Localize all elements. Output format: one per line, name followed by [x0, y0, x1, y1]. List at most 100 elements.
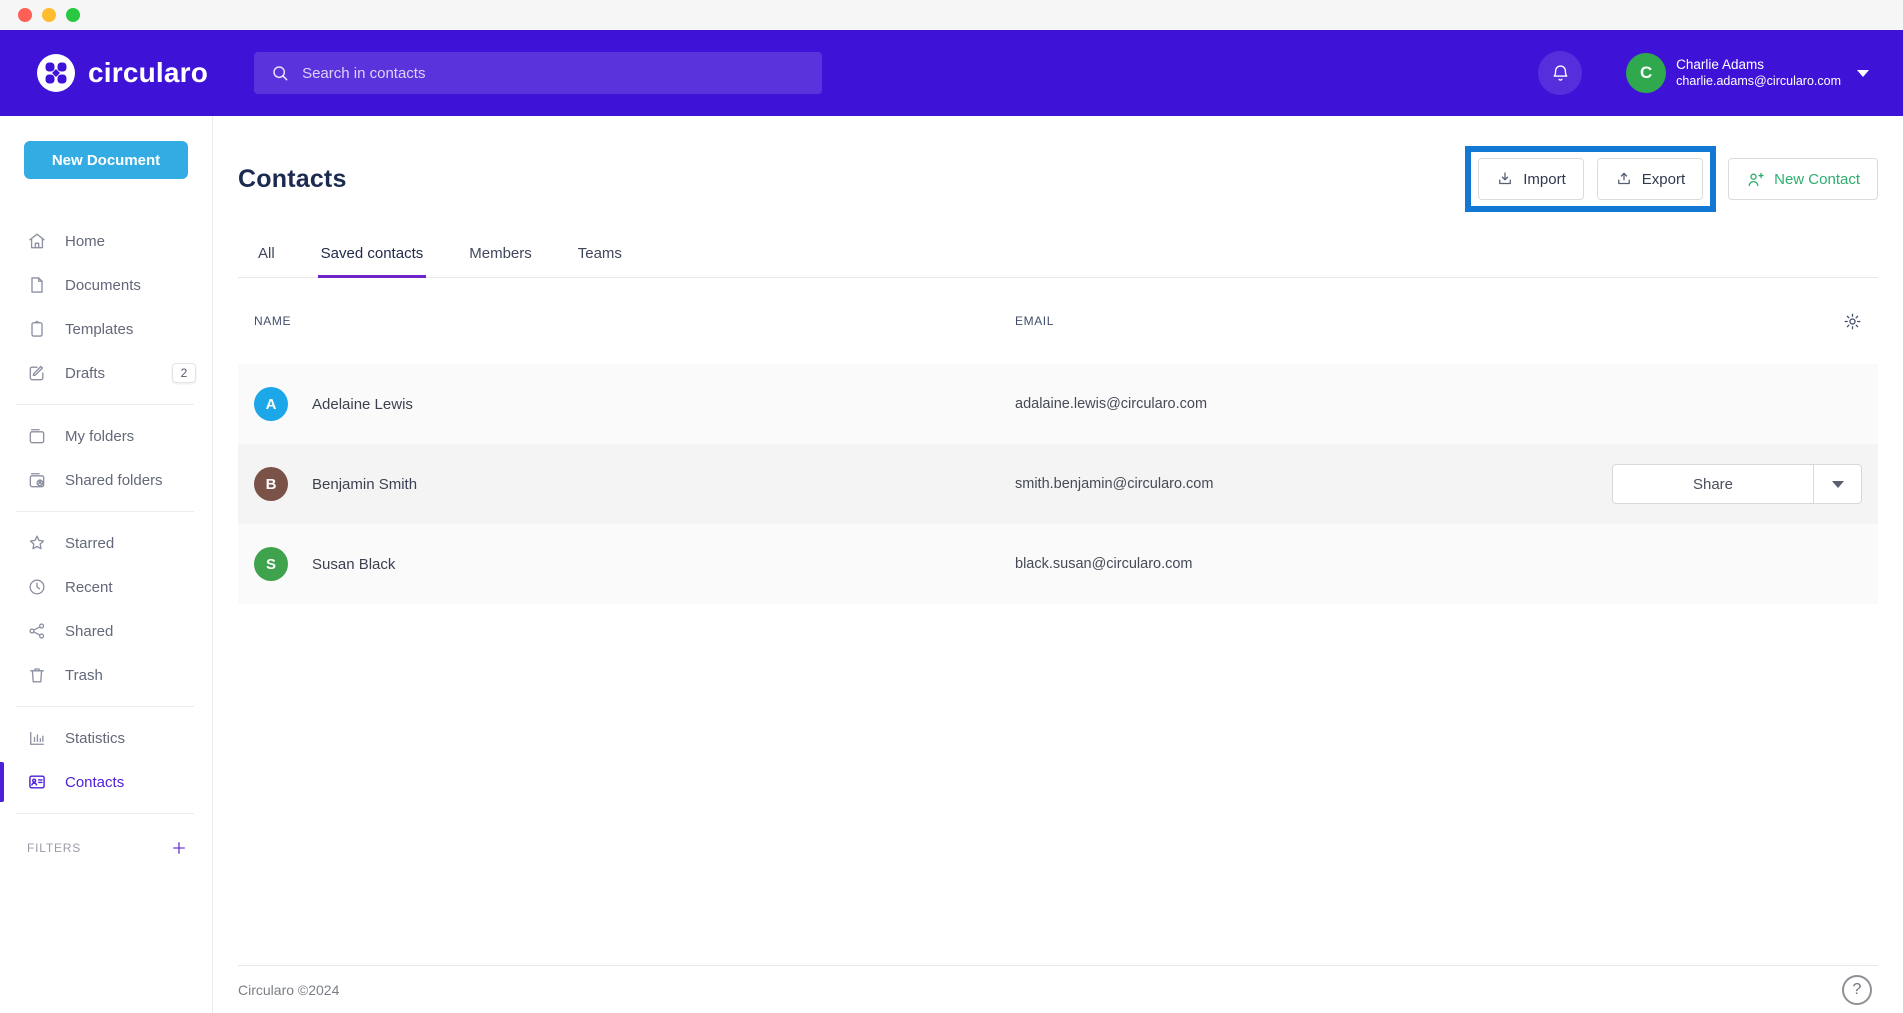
search-input[interactable]: [302, 65, 806, 82]
window-minimize-button[interactable]: [42, 8, 56, 22]
tab-members[interactable]: Members: [466, 235, 535, 278]
edit-icon: [27, 363, 47, 383]
share-nodes-icon: [27, 621, 47, 641]
sidebar-item-label: Statistics: [65, 730, 125, 747]
sidebar-item-my-folders[interactable]: My folders: [0, 414, 212, 458]
sidebar-item-label: Trash: [65, 667, 103, 684]
table-row[interactable]: B Benjamin Smith smith.benjamin@circular…: [238, 444, 1878, 524]
user-menu[interactable]: C Charlie Adams charlie.adams@circularo.…: [1626, 53, 1869, 93]
sidebar-item-starred[interactable]: Starred: [0, 521, 212, 565]
table-settings-button[interactable]: [1843, 312, 1862, 331]
sidebar-item-shared-folders[interactable]: Shared folders: [0, 458, 212, 502]
tab-all[interactable]: All: [255, 235, 278, 278]
clock-icon: [27, 577, 47, 597]
table-row[interactable]: A Adelaine Lewis adalaine.lewis@circular…: [238, 364, 1878, 444]
table-row[interactable]: S Susan Black black.susan@circularo.com: [238, 524, 1878, 604]
notifications-button[interactable]: [1538, 51, 1582, 95]
user-menu-chevron-icon: [1857, 70, 1869, 77]
sidebar-item-label: Templates: [65, 321, 133, 338]
sidebar-item-drafts[interactable]: Drafts 2: [0, 351, 212, 395]
window-zoom-button[interactable]: [66, 8, 80, 22]
sidebar-divider: [16, 706, 194, 707]
folder-icon: [27, 426, 47, 446]
import-export-highlight-box: Import Export: [1465, 146, 1716, 212]
gear-icon: [1843, 312, 1862, 331]
window-title-bar: [0, 0, 1903, 30]
sidebar-item-label: Drafts: [65, 365, 105, 382]
sidebar-item-recent[interactable]: Recent: [0, 565, 212, 609]
sidebar-item-label: Shared: [65, 623, 113, 640]
share-button[interactable]: Share: [1613, 465, 1813, 503]
window-controls: [18, 8, 80, 22]
contact-name: Adelaine Lewis: [312, 396, 413, 413]
sidebar-item-trash[interactable]: Trash: [0, 653, 212, 697]
contact-email: black.susan@circularo.com: [1015, 556, 1612, 572]
contacts-table: A Adelaine Lewis adalaine.lewis@circular…: [238, 364, 1878, 604]
contacts-tabs: All Saved contacts Members Teams: [238, 235, 1878, 278]
filters-label: FILTERS: [27, 841, 81, 855]
clipboard-icon: [27, 319, 47, 339]
tab-teams[interactable]: Teams: [575, 235, 625, 278]
page-title: Contacts: [238, 165, 347, 194]
export-button[interactable]: Export: [1597, 158, 1703, 200]
contact-card-icon: [27, 772, 47, 792]
copyright-text: Circularo ©2024: [238, 982, 339, 998]
share-dropdown-button[interactable]: [1813, 465, 1861, 503]
contact-name: Benjamin Smith: [312, 476, 417, 493]
sidebar-item-templates[interactable]: Templates: [0, 307, 212, 351]
sidebar-item-label: Documents: [65, 277, 141, 294]
contact-avatar: B: [254, 467, 288, 501]
circularo-logo-icon: [36, 53, 76, 93]
sidebar-item-home[interactable]: Home: [0, 219, 212, 263]
search-bar[interactable]: [254, 52, 822, 94]
user-avatar: C: [1626, 53, 1666, 93]
column-header-email: EMAIL: [1015, 314, 1612, 328]
sidebar-item-statistics[interactable]: Statistics: [0, 716, 212, 760]
sidebar-item-label: Starred: [65, 535, 114, 552]
new-contact-button[interactable]: New Contact: [1728, 158, 1878, 200]
bar-chart-icon: [27, 728, 47, 748]
import-button[interactable]: Import: [1478, 158, 1584, 200]
user-name: Charlie Adams: [1676, 57, 1841, 74]
add-filter-button[interactable]: [170, 839, 188, 857]
sidebar-item-contacts[interactable]: Contacts: [0, 760, 212, 804]
new-contact-button-label: New Contact: [1774, 171, 1860, 188]
export-upload-icon: [1615, 170, 1633, 188]
export-button-label: Export: [1642, 171, 1685, 188]
filters-section: FILTERS: [0, 839, 212, 857]
column-header-name: NAME: [254, 314, 1015, 328]
sidebar-item-documents[interactable]: Documents: [0, 263, 212, 307]
document-icon: [27, 275, 47, 295]
tab-saved-contacts[interactable]: Saved contacts: [318, 235, 427, 278]
contact-email: adalaine.lewis@circularo.com: [1015, 396, 1612, 412]
sidebar-item-label: Home: [65, 233, 105, 250]
active-indicator: [0, 762, 4, 802]
sidebar-item-label: Shared folders: [65, 472, 163, 489]
star-icon: [27, 533, 47, 553]
sidebar-divider: [16, 511, 194, 512]
caret-down-icon: [1832, 481, 1844, 488]
drafts-count-badge: 2: [172, 363, 196, 383]
import-button-label: Import: [1523, 171, 1566, 188]
window-close-button[interactable]: [18, 8, 32, 22]
trash-icon: [27, 665, 47, 685]
sidebar-item-label: Contacts: [65, 774, 124, 791]
share-split-button: Share: [1612, 464, 1862, 504]
sidebar-item-label: My folders: [65, 428, 134, 445]
help-button[interactable]: ?: [1842, 975, 1872, 1005]
table-header: NAME EMAIL: [238, 278, 1878, 364]
logo-wordmark: circularo: [88, 57, 208, 89]
contact-avatar: A: [254, 387, 288, 421]
bell-icon: [1550, 63, 1571, 84]
contact-email: smith.benjamin@circularo.com: [1015, 476, 1612, 492]
new-document-button[interactable]: New Document: [24, 141, 188, 179]
sidebar-divider: [16, 813, 194, 814]
search-icon: [270, 63, 290, 83]
sidebar-divider: [16, 404, 194, 405]
sidebar-item-shared[interactable]: Shared: [0, 609, 212, 653]
app-header: circularo C Charlie Adams charlie.adams@…: [0, 30, 1903, 116]
home-icon: [27, 231, 47, 251]
question-mark-icon: ?: [1853, 981, 1862, 999]
app-logo[interactable]: circularo: [36, 53, 208, 93]
sidebar-item-label: Recent: [65, 579, 113, 596]
